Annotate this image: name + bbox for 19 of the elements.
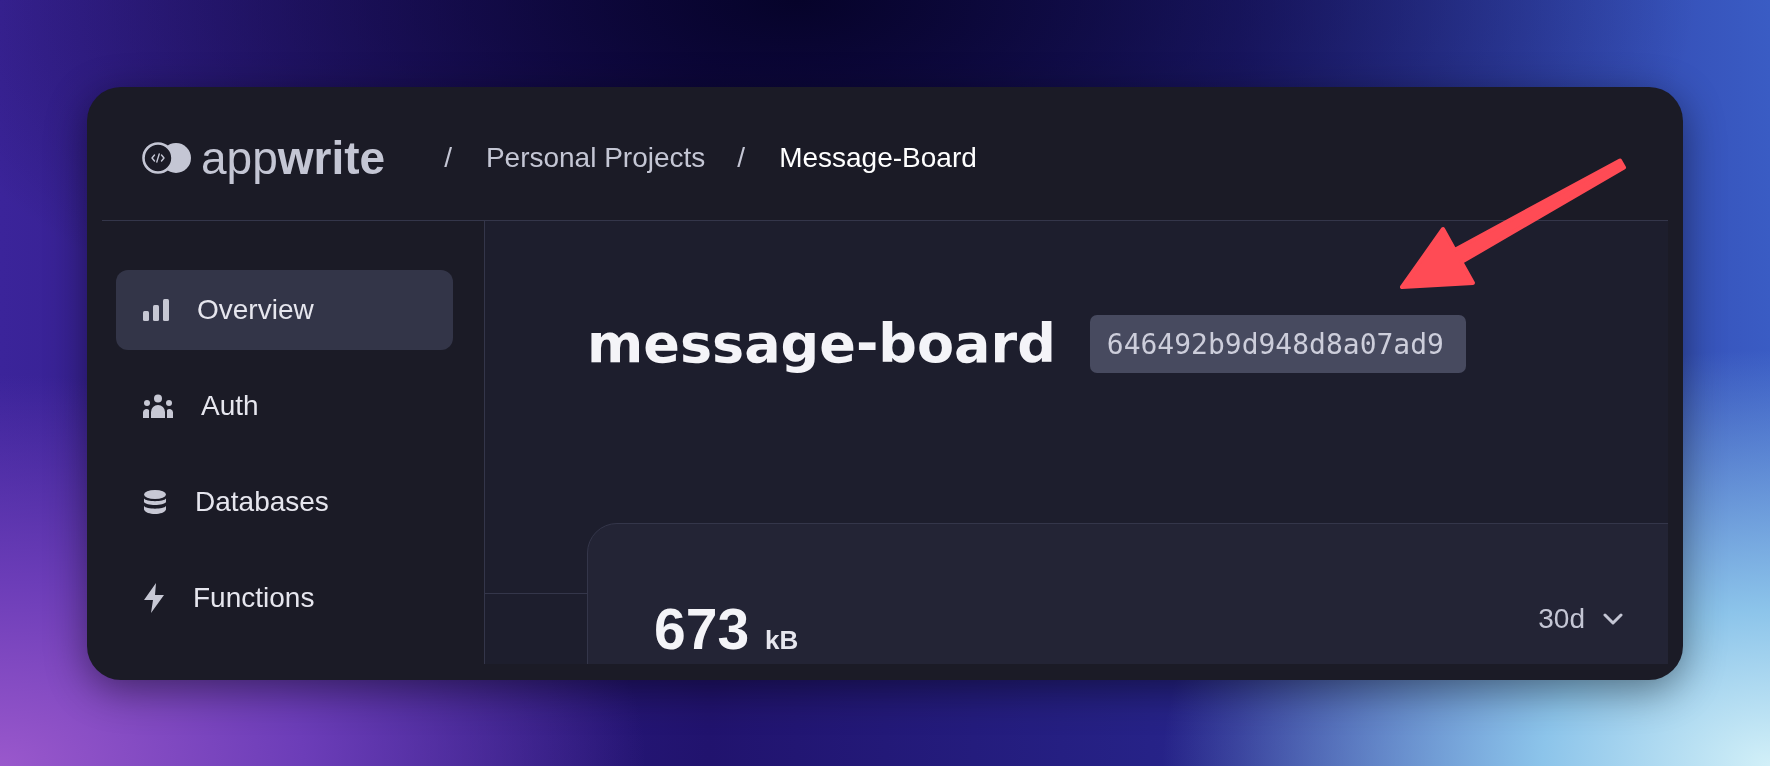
sidebar-item[interactable]: Overview [116,270,453,350]
breadcrumb-separator: / [737,141,746,174]
usage-value: 673 [654,601,750,658]
breadcrumb-separator: / [444,141,452,174]
database-icon [143,490,167,514]
period-dropdown[interactable]: 30d [1538,603,1623,635]
sidebar-item[interactable]: Auth [116,366,453,446]
chevron-down-icon [1603,613,1623,625]
usage-unit: kB [765,625,799,656]
breadcrumb-link[interactable]: Personal Projects [485,141,706,174]
sidebar-item[interactable]: Functions [116,558,453,638]
sidebar-item[interactable]: Databases [116,462,453,542]
people-icon [143,394,173,418]
project-title: message-board [587,317,1056,371]
breadcrumb-link[interactable]: Message-Board [779,141,977,174]
lightning-icon [143,583,165,613]
project-id-tag[interactable]: 646492b9d948d8a07ad9 [1089,315,1466,373]
logo-icon [142,141,192,174]
bar-chart-icon [143,299,169,321]
